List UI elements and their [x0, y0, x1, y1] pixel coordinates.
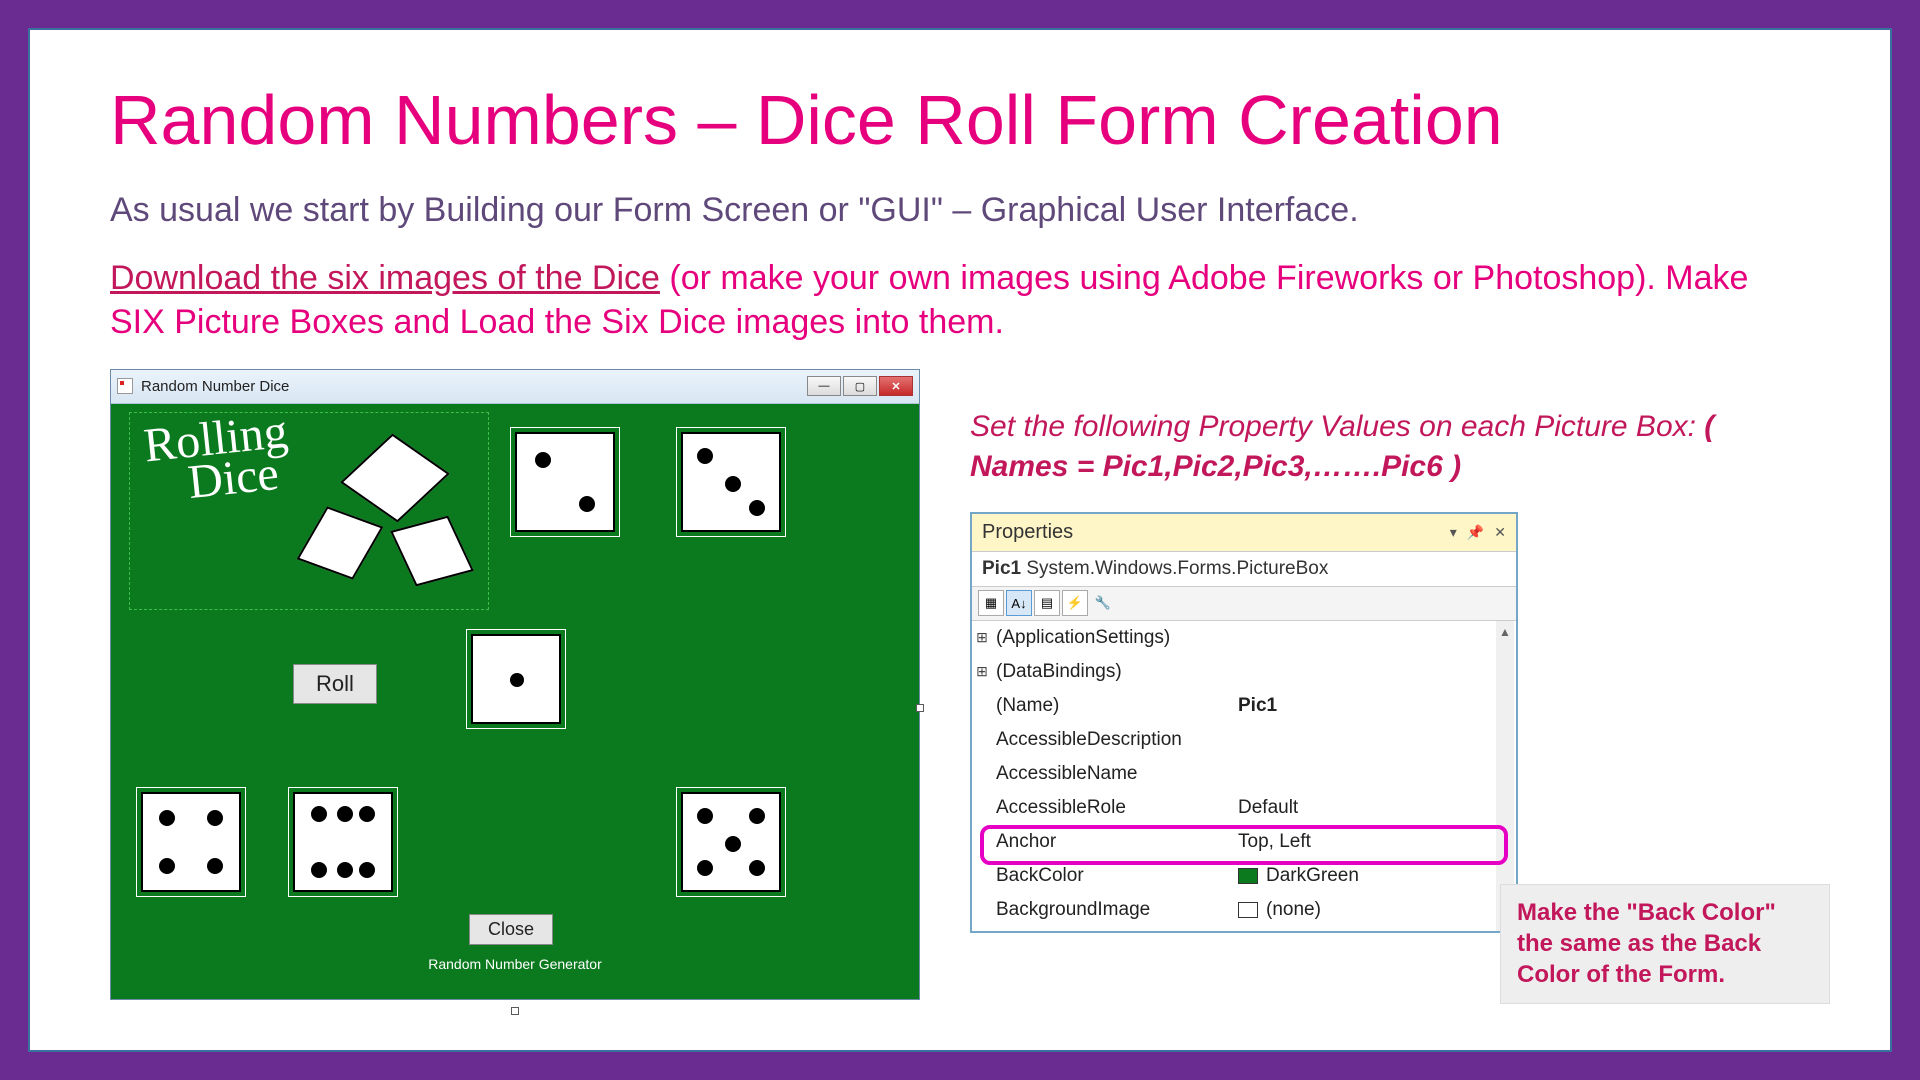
app-icon: [117, 378, 133, 394]
instructions-column: Set the following Property Values on eac…: [970, 369, 1810, 933]
intro-text: As usual we start by Building our Form S…: [110, 188, 1810, 232]
properties-grid: ▲ ⊞(ApplicationSettings) ⊞(DataBindings)…: [972, 621, 1516, 931]
property-row[interactable]: ⊞(DataBindings): [972, 655, 1516, 689]
logo-line2: Dice: [186, 452, 294, 503]
page-title: Random Numbers – Dice Roll Form Creation: [110, 80, 1810, 160]
selected-control[interactable]: Pic1 System.Windows.Forms.PictureBox: [972, 552, 1516, 587]
color-swatch-icon: [1238, 868, 1258, 884]
categorized-icon[interactable]: ▦: [978, 590, 1004, 616]
property-row[interactable]: AccessibleName: [972, 757, 1516, 791]
resize-handle-icon[interactable]: [916, 704, 924, 712]
backcolor-callout: Make the "Back Color" the same as the Ba…: [1500, 884, 1830, 1004]
window-title: Random Number Dice: [141, 378, 807, 395]
iso-die-icon: [390, 515, 474, 586]
wrench-icon[interactable]: 🔧: [1090, 590, 1116, 616]
scroll-up-icon[interactable]: ▲: [1496, 623, 1514, 641]
minimize-button[interactable]: —: [807, 376, 841, 396]
maximize-button[interactable]: ▢: [843, 376, 877, 396]
window-close-button[interactable]: ✕: [879, 376, 913, 396]
logo-text: Rolling Dice: [142, 411, 294, 507]
iso-die-icon: [297, 506, 384, 579]
slide: Random Numbers – Dice Roll Form Creation…: [28, 28, 1892, 1052]
instruction-text: Set the following Property Values on eac…: [970, 407, 1810, 488]
property-row[interactable]: AccessibleDescription: [972, 723, 1516, 757]
pic2-die-face-2[interactable]: [515, 432, 615, 532]
instr-line: Set the following Property Values on eac…: [970, 410, 1704, 443]
properties-title: Properties: [982, 521, 1073, 544]
property-row[interactable]: BackgroundImage(none): [972, 893, 1516, 927]
properties-panel: Properties ▾ 📌 ✕ Pic1 System.Windows.For…: [970, 512, 1518, 933]
close-button[interactable]: Close: [469, 914, 553, 945]
properties-header[interactable]: Properties ▾ 📌 ✕: [972, 514, 1516, 552]
titlebar[interactable]: Random Number Dice — ▢ ✕: [111, 370, 919, 404]
download-paragraph: Download the six images of the Dice (or …: [110, 256, 1810, 344]
dropdown-icon[interactable]: ▾: [1450, 524, 1457, 541]
image-swatch-icon: [1238, 902, 1258, 918]
pic4-die-face-4[interactable]: [141, 792, 241, 892]
pic6-die-face-6[interactable]: [293, 792, 393, 892]
properties-toolbar: ▦ A↓ ▤ ⚡ 🔧: [972, 587, 1516, 621]
selected-type: System.Windows.Forms.PictureBox: [1026, 558, 1328, 579]
pic3-die-face-3[interactable]: [681, 432, 781, 532]
pic1-die-face-1[interactable]: [471, 634, 561, 724]
roll-button[interactable]: Roll: [293, 664, 377, 704]
property-row-name[interactable]: (Name)Pic1: [972, 689, 1516, 723]
pic5-die-face-5[interactable]: [681, 792, 781, 892]
alphabetical-icon[interactable]: A↓: [1006, 590, 1032, 616]
selected-name: Pic1: [982, 558, 1021, 579]
form-client-area: Rolling Dice: [111, 404, 919, 999]
pin-icon[interactable]: 📌: [1467, 524, 1484, 541]
resize-handle-icon[interactable]: [511, 1007, 519, 1015]
dice-form-window: Random Number Dice — ▢ ✕ Rolling Dice: [110, 369, 920, 1000]
events-icon[interactable]: ⚡: [1062, 590, 1088, 616]
iso-die-icon: [340, 433, 450, 522]
properties-icon[interactable]: ▤: [1034, 590, 1060, 616]
property-row-backcolor[interactable]: BackColorDarkGreen: [972, 859, 1516, 893]
download-dice-link[interactable]: Download the six images of the Dice: [110, 259, 660, 297]
property-row[interactable]: AccessibleRoleDefault: [972, 791, 1516, 825]
property-row[interactable]: ⊞(ApplicationSettings): [972, 621, 1516, 655]
close-icon[interactable]: ✕: [1494, 524, 1506, 541]
logo-picturebox[interactable]: Rolling Dice: [129, 412, 489, 610]
footer-label: Random Number Generator: [111, 956, 919, 972]
property-row[interactable]: AnchorTop, Left: [972, 825, 1516, 859]
